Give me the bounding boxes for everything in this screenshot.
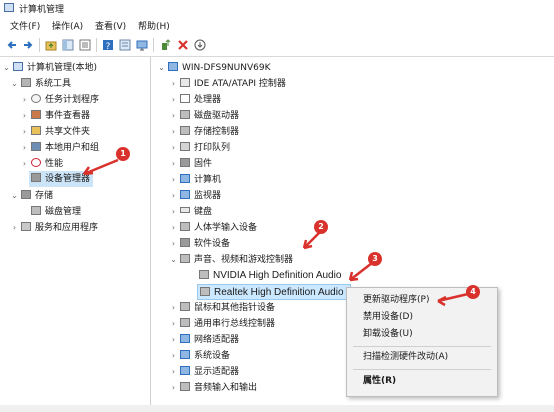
horizontal-scrollbar[interactable] [0, 405, 554, 412]
annotation-overlay [82, 158, 469, 307]
annotation-arrow-icon [349, 262, 373, 281]
annotation-badge: 1 [116, 147, 130, 161]
annotation-arrow-icon [303, 231, 321, 249]
annotation-arrow-icon [83, 158, 119, 176]
annotation-badge: 4 [466, 285, 480, 299]
annotation-badge: 3 [368, 252, 382, 266]
annotation-badge: 2 [314, 220, 328, 234]
